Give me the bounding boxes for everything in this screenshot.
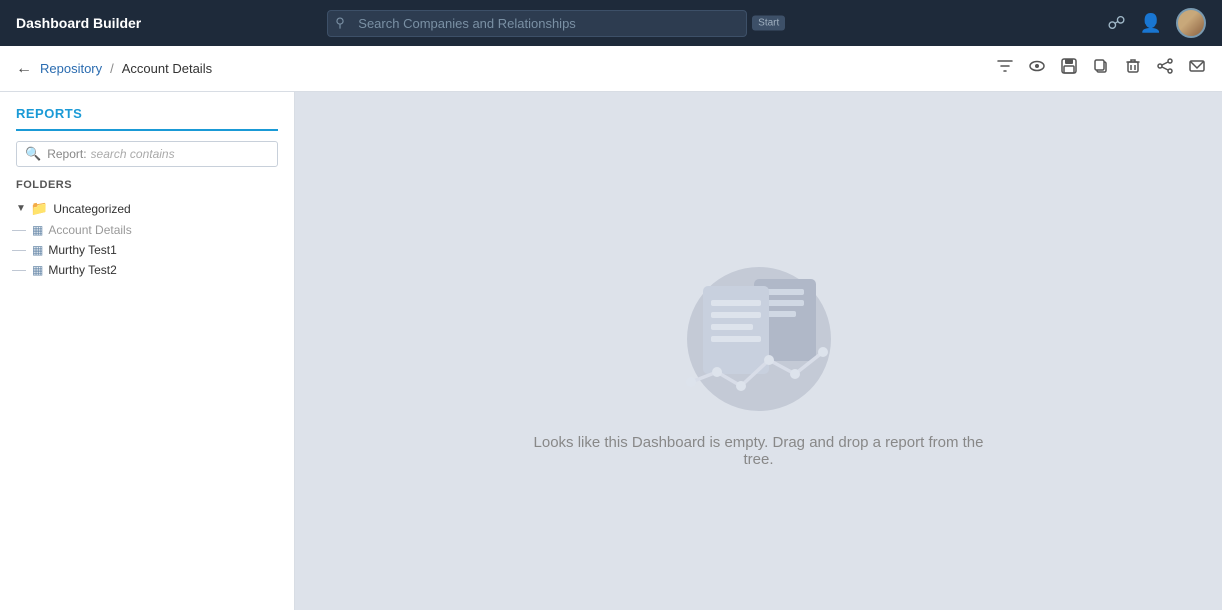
search-icon: ⚲	[335, 15, 345, 31]
tree-item-murthy-test2[interactable]: ▦ Murthy Test2	[26, 260, 294, 280]
share-icon[interactable]	[1156, 57, 1174, 80]
grid-icon-2: ▦	[32, 243, 43, 257]
breadcrumb: ← Repository / Account Details	[16, 60, 996, 78]
search-input[interactable]	[327, 10, 747, 37]
breadcrumb-bar: ← Repository / Account Details	[0, 46, 1222, 92]
item-label-account-details: Account Details	[48, 223, 131, 237]
top-navbar: Dashboard Builder ⚲ Start ☍ 👤	[0, 0, 1222, 46]
file-tree: ▼ 📁 Uncategorized ▦ Account Details ▦ Mu…	[0, 197, 294, 280]
delete-icon[interactable]	[1124, 57, 1142, 80]
nav-right-icons: ☍ 👤	[1107, 8, 1206, 38]
report-search-label: Report:	[47, 147, 86, 161]
report-search-icon: 🔍	[25, 146, 41, 162]
item-label-murthy-test2: Murthy Test2	[48, 263, 116, 277]
report-search-input[interactable]	[91, 147, 269, 161]
grid-icon-1: ▦	[32, 223, 43, 237]
people-icon[interactable]: 👤	[1140, 13, 1162, 34]
global-search-bar[interactable]: ⚲ Start	[327, 10, 747, 37]
empty-state-message: Looks like this Dashboard is empty. Drag…	[519, 434, 999, 468]
book-icon[interactable]: ☍	[1107, 13, 1125, 34]
folder-icon: 📁	[31, 200, 48, 217]
main-content-area: Looks like this Dashboard is empty. Drag…	[295, 92, 1222, 610]
filter-icon[interactable]	[996, 57, 1014, 80]
copy-icon[interactable]	[1092, 57, 1110, 80]
folder-name: Uncategorized	[53, 202, 130, 216]
start-badge: Start	[752, 16, 785, 31]
avatar[interactable]	[1176, 8, 1206, 38]
empty-state-illustration	[669, 234, 849, 414]
breadcrumb-current-page: Account Details	[122, 61, 212, 76]
breadcrumb-separator: /	[110, 61, 114, 76]
email-icon[interactable]	[1188, 57, 1206, 80]
reports-title: REPORTS	[16, 106, 278, 131]
app-title: Dashboard Builder	[16, 15, 141, 31]
tree-item-murthy-test1[interactable]: ▦ Murthy Test1	[26, 240, 294, 260]
tree-children: ▦ Account Details ▦ Murthy Test1 ▦ Murth…	[10, 220, 294, 280]
item-label-murthy-test1: Murthy Test1	[48, 243, 116, 257]
tree-item-account-details[interactable]: ▦ Account Details	[26, 220, 294, 240]
sidebar-header: REPORTS 🔍 Report:	[0, 92, 294, 179]
tree-folder-uncategorized[interactable]: ▼ 📁 Uncategorized	[10, 197, 294, 220]
toolbar-icons	[996, 57, 1206, 80]
folders-label: FOLDERS	[0, 179, 294, 197]
grid-icon-3: ▦	[32, 263, 43, 277]
save-icon[interactable]	[1060, 57, 1078, 80]
chevron-down-icon: ▼	[16, 203, 26, 214]
breadcrumb-repository-link[interactable]: Repository	[40, 61, 102, 76]
report-search-row[interactable]: 🔍 Report:	[16, 141, 278, 167]
main-layout: REPORTS 🔍 Report: FOLDERS ▼ 📁 Uncategori…	[0, 92, 1222, 610]
eye-icon[interactable]	[1028, 57, 1046, 80]
sidebar: REPORTS 🔍 Report: FOLDERS ▼ 📁 Uncategori…	[0, 92, 295, 610]
back-button[interactable]: ←	[16, 60, 32, 78]
